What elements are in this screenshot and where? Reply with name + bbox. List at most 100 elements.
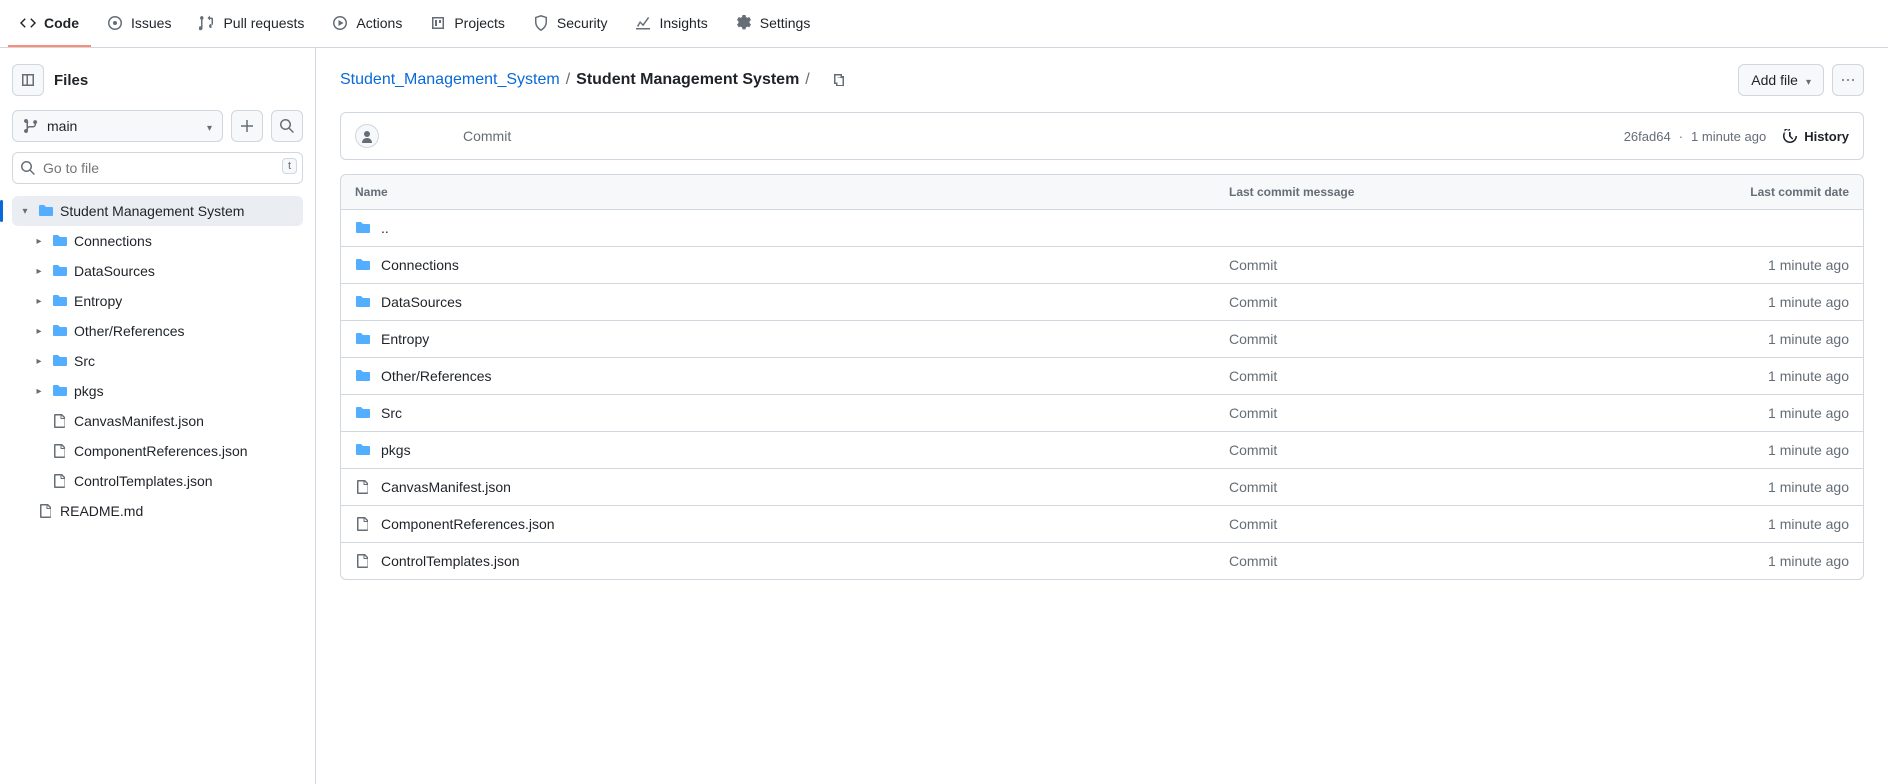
file-icon — [52, 443, 68, 459]
tree-folder[interactable]: ▸pkgs — [12, 376, 303, 406]
plus-icon — [239, 118, 255, 134]
issue-icon — [107, 15, 123, 31]
tab-issues[interactable]: Issues — [95, 1, 183, 47]
tree-item-label: pkgs — [74, 383, 104, 399]
tree-folder[interactable]: ▸Connections — [12, 226, 303, 256]
file-icon — [355, 553, 371, 569]
folder-icon — [52, 293, 68, 309]
tree-item-label: Student Management System — [60, 203, 244, 219]
table-row: ComponentReferences.json Commit 1 minute… — [341, 506, 1863, 543]
tab-label: Pull requests — [223, 15, 304, 31]
tree-folder[interactable]: ▸Entropy — [12, 286, 303, 316]
branch-selector[interactable]: main — [12, 110, 223, 142]
more-options-button[interactable] — [1832, 64, 1864, 96]
file-name-link[interactable]: Other/References — [381, 368, 492, 384]
code-icon — [20, 15, 36, 31]
tab-projects[interactable]: Projects — [418, 1, 517, 47]
file-name-link[interactable]: ComponentReferences.json — [381, 516, 555, 532]
folder-icon — [52, 233, 68, 249]
separator: · — [1679, 129, 1683, 144]
tab-insights[interactable]: Insights — [623, 1, 719, 47]
copy-path-button[interactable] — [822, 64, 854, 96]
tree-item-label: ComponentReferences.json — [74, 443, 248, 459]
file-name-link[interactable]: CanvasManifest.json — [381, 479, 511, 495]
go-to-file-input[interactable] — [12, 152, 303, 184]
folder-icon — [52, 263, 68, 279]
commit-message-link[interactable]: Commit — [1229, 479, 1277, 495]
history-link[interactable]: History — [1782, 128, 1849, 144]
table-row: CanvasManifest.json Commit 1 minute ago — [341, 469, 1863, 506]
repo-content: Student_Management_System / Student Mana… — [316, 48, 1888, 784]
add-file-button[interactable]: Add file — [1738, 64, 1824, 96]
shield-icon — [533, 15, 549, 31]
commit-message-link[interactable]: Commit — [1229, 553, 1277, 569]
tree-file[interactable]: README.md — [12, 496, 303, 526]
col-message: Last commit message — [1229, 185, 1649, 199]
tab-settings[interactable]: Settings — [724, 1, 823, 47]
commit-message-link[interactable]: Commit — [1229, 331, 1277, 347]
commit-sha[interactable]: 26fad64 — [1624, 129, 1671, 144]
search-button[interactable] — [271, 110, 303, 142]
latest-commit-bar: Commit 26fad64 · 1 minute ago History — [340, 112, 1864, 160]
commit-date: 1 minute ago — [1649, 368, 1849, 384]
pull-request-icon — [199, 15, 215, 31]
tree-folder[interactable]: ▸DataSources — [12, 256, 303, 286]
commit-date: 1 minute ago — [1649, 553, 1849, 569]
tree-file[interactable]: ComponentReferences.json — [12, 436, 303, 466]
tab-label: Code — [44, 15, 79, 31]
branch-icon — [23, 118, 39, 134]
tree-file[interactable]: CanvasManifest.json — [12, 406, 303, 436]
commit-message-link[interactable]: Commit — [1229, 442, 1277, 458]
add-button[interactable] — [231, 110, 263, 142]
file-name-link[interactable]: Entropy — [381, 331, 429, 347]
table-row: pkgs Commit 1 minute ago — [341, 432, 1863, 469]
chevron-down-icon — [1804, 72, 1811, 88]
tab-actions[interactable]: Actions — [320, 1, 414, 47]
tab-pull-requests[interactable]: Pull requests — [187, 1, 316, 47]
commit-date: 1 minute ago — [1649, 405, 1849, 421]
commit-message-link[interactable]: Commit — [1229, 368, 1277, 384]
tree-folder[interactable]: ▸Other/References — [12, 316, 303, 346]
folder-icon — [38, 203, 54, 219]
repo-nav: Code Issues Pull requests Actions Projec… — [0, 0, 1888, 48]
tab-label: Security — [557, 15, 608, 31]
tree-folder[interactable]: ▸Src — [12, 346, 303, 376]
file-tree-sidebar: Files main t ▾Student Management System▸… — [0, 48, 316, 784]
sidebar-icon — [20, 72, 36, 88]
history-icon — [1782, 128, 1798, 144]
tab-label: Actions — [356, 15, 402, 31]
table-row: Entropy Commit 1 minute ago — [341, 321, 1863, 358]
file-name-link[interactable]: pkgs — [381, 442, 411, 458]
commit-message[interactable]: Commit — [463, 128, 511, 144]
branch-name: main — [47, 118, 77, 134]
collapse-sidebar-button[interactable] — [12, 64, 44, 96]
commit-time: 1 minute ago — [1691, 129, 1766, 144]
tab-security[interactable]: Security — [521, 1, 620, 47]
tree-file[interactable]: ControlTemplates.json — [12, 466, 303, 496]
graph-icon — [635, 15, 651, 31]
commit-message-link[interactable]: Commit — [1229, 257, 1277, 273]
tree-folder[interactable]: ▾Student Management System — [12, 196, 303, 226]
parent-link[interactable]: .. — [381, 220, 389, 236]
file-name-link[interactable]: Src — [381, 405, 402, 421]
table-row: ControlTemplates.json Commit 1 minute ag… — [341, 543, 1863, 579]
tab-label: Settings — [760, 15, 811, 31]
commit-message-link[interactable]: Commit — [1229, 405, 1277, 421]
file-name-link[interactable]: DataSources — [381, 294, 462, 310]
avatar[interactable] — [355, 124, 379, 148]
commit-message-link[interactable]: Commit — [1229, 294, 1277, 310]
parent-directory-row[interactable]: .. — [341, 210, 1863, 247]
search-icon — [20, 160, 36, 176]
tab-code[interactable]: Code — [8, 1, 91, 47]
add-file-label: Add file — [1751, 72, 1798, 88]
file-icon — [355, 516, 371, 532]
history-label: History — [1804, 129, 1849, 144]
commit-date: 1 minute ago — [1649, 294, 1849, 310]
chevron-icon: ▸ — [32, 236, 46, 247]
tree-item-label: ControlTemplates.json — [74, 473, 213, 489]
file-name-link[interactable]: ControlTemplates.json — [381, 553, 520, 569]
tree-item-label: DataSources — [74, 263, 155, 279]
file-name-link[interactable]: Connections — [381, 257, 459, 273]
breadcrumb-root[interactable]: Student_Management_System — [340, 71, 560, 89]
commit-message-link[interactable]: Commit — [1229, 516, 1277, 532]
